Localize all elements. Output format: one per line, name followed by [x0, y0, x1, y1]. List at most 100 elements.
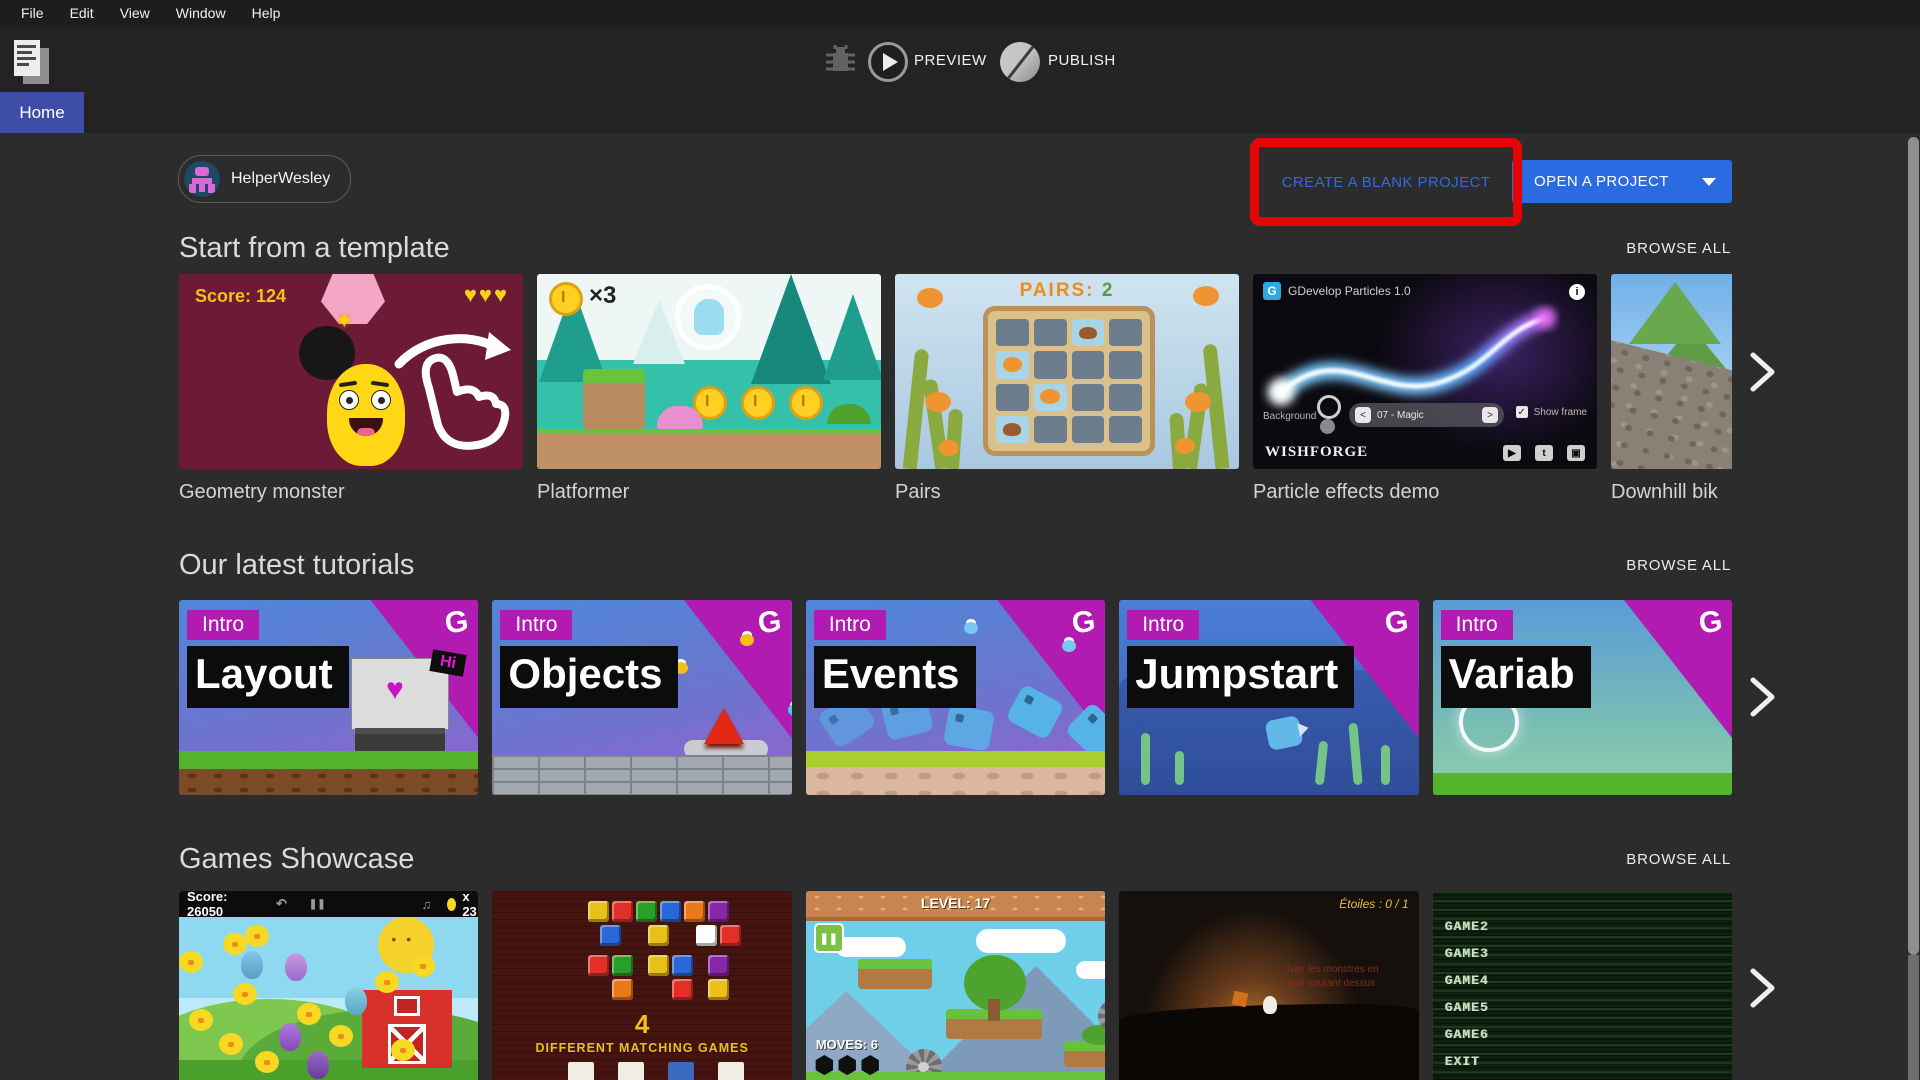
open-project-button[interactable]: OPEN A PROJECT — [1512, 160, 1732, 203]
decor-shape — [17, 51, 32, 54]
info-icon: i — [1569, 284, 1585, 300]
open-project-label: OPEN A PROJECT — [1534, 173, 1669, 190]
decor-shape — [648, 925, 669, 946]
decor-shape: GAME2 — [1445, 919, 1489, 934]
decor-shape — [720, 925, 741, 946]
decor-shape — [195, 167, 209, 176]
pause-icon: ❚❚ — [309, 899, 326, 910]
decor-shape: Intro — [814, 610, 886, 640]
template-card-geometry-monster[interactable]: Score: 124 ♥♥♥ ✦ Geometry monster — [179, 274, 523, 514]
menu-view[interactable]: View — [107, 0, 163, 27]
decor-shape — [1747, 675, 1777, 719]
gdevelop-home-screen: { "app": { "accent_blue": "#2a6be2", "an… — [0, 0, 1920, 1080]
tutorial-card-layout[interactable]: G Intro Layout ♥ Hi — [179, 600, 478, 795]
decor-shape — [1062, 640, 1076, 652]
decor-shape — [17, 45, 36, 48]
tab-home[interactable]: Home — [0, 92, 84, 133]
decor-shape: Score: 26050 — [187, 891, 238, 919]
score-bar: Score: 26050 ↶ ❚❚ ♫ x 23 — [179, 891, 478, 917]
tutorial-card-variables[interactable]: G Intro Variab +1 — [1433, 600, 1732, 795]
toolbar: PREVIEW PUBLISH — [0, 27, 1920, 133]
decor-shape: I — [789, 386, 823, 420]
decor-shape — [1175, 438, 1195, 454]
preview-button[interactable]: PREVIEW — [914, 52, 987, 69]
carousel-next-templates[interactable] — [1740, 350, 1784, 394]
decor-shape: 4 — [492, 1009, 791, 1040]
decor-shape — [1193, 286, 1219, 306]
showcase-card-easter-game[interactable]: Score: 26050 ↶ ❚❚ ♫ x 23 — [179, 891, 478, 1080]
decor-shape — [1320, 419, 1335, 434]
checkbox-icon: ✓ — [1516, 406, 1528, 418]
decor-shape: leur sautant dessus — [1285, 977, 1379, 991]
gdevelop-logo: G — [1383, 605, 1411, 642]
menu-window[interactable]: Window — [163, 0, 239, 27]
decor-shape: Jumpstart — [1127, 646, 1354, 708]
decor-shape — [219, 1033, 243, 1055]
showcase-card-forest-level[interactable]: LEVEL: 17 ❚❚ MOVES: 6 ⬢⬢⬢ — [806, 891, 1105, 1080]
decor-shape: Score: 124 — [195, 286, 286, 307]
gdevelop-logo: G — [1263, 282, 1281, 300]
showcase-card-retro-menu[interactable]: GAME2 GAME3 GAME4 GAME5 GAME6 EXIT — [1433, 891, 1732, 1080]
scrollbar-thumb[interactable] — [1908, 137, 1919, 955]
decor-shape — [17, 57, 36, 60]
preview-play-icon[interactable] — [868, 42, 908, 82]
decor-shape — [1281, 318, 1545, 392]
menu-edit[interactable]: Edit — [57, 0, 107, 27]
carousel-next-tutorials[interactable] — [1740, 675, 1784, 719]
easter-egg-icon — [241, 951, 263, 979]
decor-shape — [375, 971, 399, 993]
decor-shape — [858, 959, 932, 989]
decor-shape — [672, 979, 693, 1000]
decor-shape: PAIRS: — [1020, 280, 1095, 301]
itch-icon: ▣ — [1567, 445, 1585, 461]
menu-help[interactable]: Help — [239, 0, 294, 27]
showcase-row: Score: 26050 ↶ ❚❚ ♫ x 23 4 DIFFERENT MAT… — [179, 891, 1732, 1080]
template-card-platformer[interactable]: I ×3 I I I Platformer — [537, 274, 881, 514]
showcase-card-tile-on[interactable]: 4 DIFFERENT MATCHING GAMES — [492, 891, 791, 1080]
showcase-card-night-game[interactable]: Étoiles : 0 / 1 Tuer les monstres en leu… — [1119, 891, 1418, 1080]
decor-shape — [883, 53, 898, 71]
decor-shape: Show frame — [1534, 407, 1587, 418]
browse-all-showcase[interactable]: BROWSE ALL — [1626, 851, 1731, 868]
scrollbar-track[interactable] — [1908, 955, 1919, 1080]
decor-shape — [708, 901, 729, 922]
user-profile-chip[interactable]: HelperWesley — [178, 155, 351, 203]
menu-file[interactable]: File — [8, 0, 57, 27]
decor-shape — [1072, 384, 1105, 411]
publish-button[interactable]: PUBLISH — [1048, 52, 1116, 69]
decor-shape: GAME3 — [1445, 946, 1489, 961]
decor-shape — [1034, 351, 1067, 378]
decor-shape — [1317, 395, 1341, 419]
template-card-pairs[interactable]: PAIRS: 2 Pairs — [895, 274, 1239, 514]
decor-shape — [903, 349, 929, 469]
decor-shape: Events — [814, 646, 976, 708]
debugger-icon[interactable] — [820, 41, 860, 81]
decor-shape — [255, 1051, 279, 1073]
project-manager-icon[interactable] — [14, 40, 54, 88]
decor-shape: I — [741, 386, 775, 420]
carousel-next-showcase[interactable] — [1740, 966, 1784, 1010]
decor-shape — [1072, 416, 1105, 443]
chick-icon — [223, 933, 247, 955]
browse-all-templates[interactable]: BROWSE ALL — [1626, 240, 1731, 257]
tutorial-card-objects[interactable]: G Intro Objects — [492, 600, 791, 795]
decor-shape — [836, 937, 906, 957]
browse-all-tutorials[interactable]: BROWSE ALL — [1626, 557, 1731, 574]
decor-shape — [1003, 423, 1021, 435]
decor-shape — [1040, 389, 1060, 404]
template-card-downhill-bike[interactable]: G Downhill bik — [1611, 274, 1732, 514]
decor-shape — [426, 358, 506, 446]
section-title-showcase: Games Showcase — [179, 843, 414, 876]
tutorial-card-jumpstart[interactable]: G Intro Jumpstart — [1119, 600, 1418, 795]
decor-shape — [945, 409, 963, 469]
decor-shape — [996, 416, 1029, 443]
decor-shape: x 23 — [462, 891, 478, 919]
create-blank-project-button[interactable]: CREATE A BLANK PROJECT — [1262, 156, 1510, 208]
avatar — [184, 161, 220, 197]
decor-shape — [943, 704, 995, 751]
publish-icon[interactable] — [1000, 42, 1040, 82]
decor-shape — [1747, 966, 1777, 1010]
tutorial-card-events[interactable]: G Intro Events — [806, 600, 1105, 795]
template-card-particle-effects[interactable]: G GDevelop Particles 1.0 i Background < … — [1253, 274, 1597, 514]
decor-shape — [1109, 351, 1142, 378]
